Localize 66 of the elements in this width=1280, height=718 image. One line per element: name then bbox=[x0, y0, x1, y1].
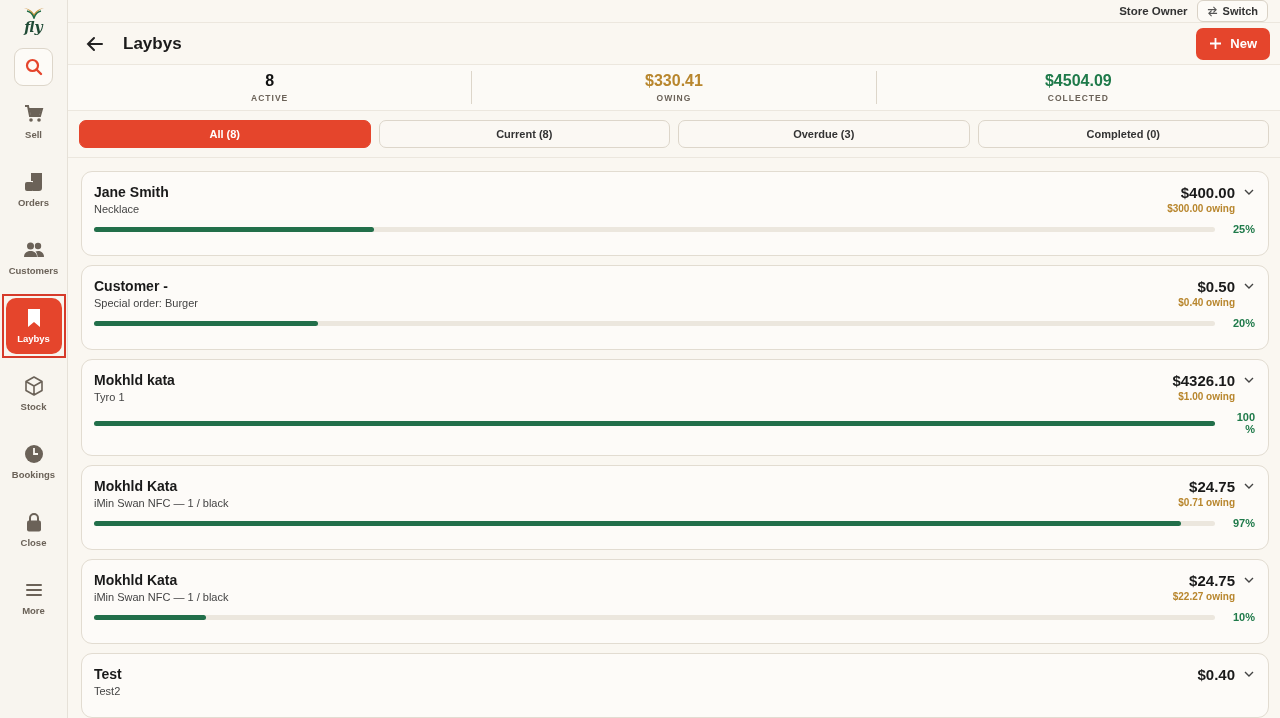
item-description: iMin Swan NFC — 1 / black bbox=[94, 591, 229, 603]
search-button[interactable] bbox=[14, 48, 53, 86]
owing-amount: $0.71 owing bbox=[1178, 497, 1235, 508]
sidebar-item[interactable]: Bookings bbox=[5, 434, 62, 490]
layby-card[interactable]: Mokhld Kata iMin Swan NFC — 1 / black $24.75 $0.71 owing 97% bbox=[81, 465, 1269, 550]
item-description: iMin Swan NFC — 1 / black bbox=[94, 497, 229, 509]
total-amount: $4326.10 bbox=[1172, 372, 1235, 389]
clock-icon bbox=[23, 444, 44, 464]
item-description: Tyro 1 bbox=[94, 391, 126, 403]
cart-icon bbox=[23, 104, 44, 124]
customer-name: Mokhld kata bbox=[94, 372, 175, 388]
layby-card[interactable]: Jane Smith Necklace $400.00 $300.00 owing 25% bbox=[81, 171, 1269, 256]
bird-icon bbox=[22, 7, 45, 19]
stat-label: COLLECTED bbox=[1047, 93, 1109, 103]
percent-label: 20% bbox=[1231, 317, 1255, 329]
sidebar-item[interactable]: Sell bbox=[5, 94, 62, 150]
filter-tab[interactable]: Current (8) bbox=[378, 120, 670, 148]
cube-icon bbox=[23, 376, 44, 396]
filter-tab[interactable]: Completed (0) bbox=[977, 120, 1269, 148]
percent-label: 10% bbox=[1231, 611, 1255, 623]
total-amount: $24.75 bbox=[1189, 478, 1235, 495]
layby-card[interactable]: Customer - Special order: Burger $0.50 $0.40 owing 20% bbox=[81, 265, 1269, 350]
people-icon bbox=[23, 240, 44, 260]
stat-value: $330.41 bbox=[645, 72, 703, 90]
item-description: Necklace bbox=[94, 203, 141, 215]
total-amount: $400.00 bbox=[1180, 184, 1235, 201]
sidebar-item[interactable]: More bbox=[5, 570, 62, 626]
owing-amount: $300.00 owing bbox=[1167, 203, 1235, 214]
percent-label: 97% bbox=[1231, 517, 1255, 529]
layby-card[interactable]: Mokhld kata Tyro 1 $4326.10 $1.00 owing 100 % bbox=[81, 359, 1269, 456]
page-title: Laybys bbox=[123, 33, 183, 54]
user-name: Store Owner bbox=[1119, 5, 1188, 17]
stat-value: 8 bbox=[265, 72, 275, 90]
sidebar-item[interactable]: Orders bbox=[5, 162, 62, 218]
percent-label: 100 % bbox=[1235, 411, 1255, 435]
layby-card[interactable]: Test Test2 $0.40 bbox=[81, 653, 1269, 718]
item-description: Test2 bbox=[94, 685, 122, 697]
sidebar-item[interactable]: Close bbox=[5, 502, 62, 558]
item-description: Special order: Burger bbox=[94, 297, 198, 309]
total-amount: $0.40 bbox=[1197, 666, 1235, 683]
total-amount: $0.50 bbox=[1197, 278, 1235, 295]
owing-amount: $0.40 owing bbox=[1178, 297, 1235, 308]
total-amount: $24.75 bbox=[1189, 572, 1235, 589]
customer-name: Mokhld Kata bbox=[94, 572, 179, 588]
customer-name: Test bbox=[94, 666, 122, 682]
percent-label: 25% bbox=[1231, 223, 1255, 235]
switch-button[interactable]: Switch bbox=[1196, 0, 1268, 22]
search-icon bbox=[24, 58, 43, 76]
owing-amount: $22.27 owing bbox=[1172, 591, 1235, 602]
sidebar-item[interactable]: Customers bbox=[5, 230, 62, 286]
swap-icon bbox=[1206, 5, 1218, 17]
owing-amount: $1.00 owing bbox=[1178, 391, 1235, 402]
stat-value: $4504.09 bbox=[1044, 72, 1112, 90]
stat-label: OWING bbox=[656, 93, 692, 103]
filter-tab[interactable]: All (8) bbox=[79, 120, 371, 148]
new-button[interactable]: New bbox=[1196, 27, 1270, 60]
sidebar-item[interactable]: Stock bbox=[5, 366, 62, 422]
logo-text: fly bbox=[24, 19, 43, 35]
filter-tab[interactable]: Overdue (3) bbox=[678, 120, 970, 148]
customer-name: Mokhld Kata bbox=[94, 478, 179, 494]
plus-icon bbox=[1209, 37, 1223, 50]
stat-label: ACTIVE bbox=[251, 93, 289, 103]
layby-card[interactable]: Mokhld Kata iMin Swan NFC — 1 / black $24.75 $22.27 owing 10% bbox=[81, 559, 1269, 644]
customer-name: Jane Smith bbox=[94, 184, 169, 200]
sidebar-item[interactable]: Laybys bbox=[5, 298, 62, 354]
customer-name: Customer - bbox=[94, 278, 169, 294]
